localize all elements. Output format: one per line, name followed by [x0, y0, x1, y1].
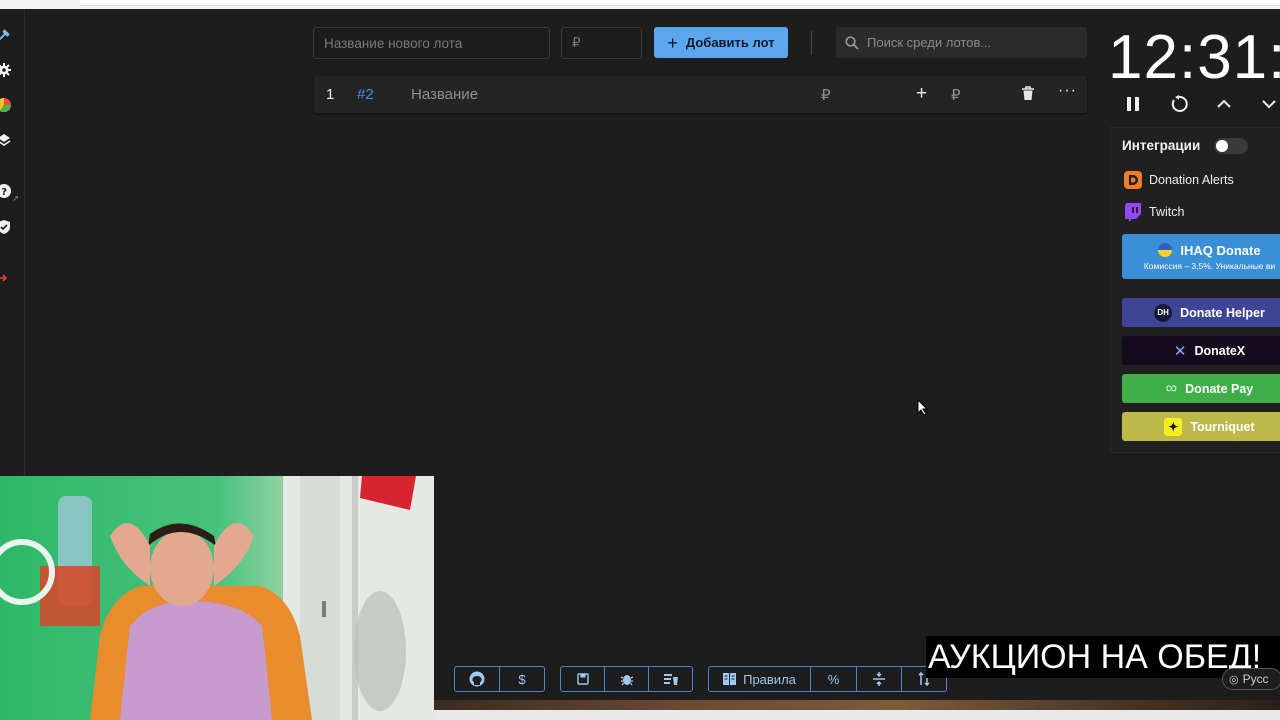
- tourniquet-button[interactable]: ✦ Tourniquet: [1122, 412, 1280, 441]
- lot-row: 1 #2 Название ₽ + ₽ ···: [314, 76, 1087, 113]
- shield-icon[interactable]: [0, 220, 11, 234]
- donationalerts-icon: [1124, 171, 1142, 189]
- toolbar-group-links: $: [454, 666, 545, 692]
- percent-button[interactable]: %: [811, 667, 857, 691]
- mouse-cursor: [917, 399, 929, 416]
- donate-helper-label: Donate Helper: [1180, 305, 1265, 320]
- lot-name[interactable]: Название: [411, 86, 478, 103]
- add-lot-button[interactable]: + Добавить лот: [654, 27, 788, 58]
- more-icon[interactable]: ···: [1058, 82, 1077, 100]
- reset-icon[interactable]: [1168, 92, 1190, 116]
- lot-index: 1: [326, 86, 335, 103]
- plus-icon: +: [667, 32, 678, 53]
- toolbar-group-tools: Правила %: [708, 666, 947, 692]
- tourniquet-icon: ✦: [1164, 417, 1183, 436]
- split-button[interactable]: [857, 667, 902, 691]
- language-selector[interactable]: ◎ Русс: [1222, 668, 1280, 690]
- bug-icon: [620, 675, 633, 686]
- ukraine-flag-icon: [1158, 243, 1173, 257]
- chevron-up-icon[interactable]: [1213, 92, 1235, 116]
- ihaq-donate-button[interactable]: IHAQ Donate Комиссия – 3,5%. Уникальные …: [1122, 234, 1280, 279]
- tourniquet-label: Tourniquet: [1190, 419, 1255, 434]
- lot-name-placeholder: Название нового лота: [324, 35, 463, 51]
- github-button[interactable]: [455, 667, 500, 691]
- external-link-icon: ↗: [12, 194, 19, 203]
- desktop-background-strip: [434, 700, 1280, 720]
- integration-twitch[interactable]: Twitch: [1123, 202, 1184, 222]
- donate-pay-button[interactable]: ∞ Donate Pay: [1122, 374, 1280, 403]
- integrations-title: Интеграции: [1122, 138, 1201, 153]
- donate-button[interactable]: $: [500, 667, 544, 691]
- rules-label: Правила: [743, 671, 796, 687]
- pause-icon[interactable]: [1122, 92, 1144, 116]
- split-icon: [873, 672, 885, 686]
- chevron-down-icon[interactable]: [1258, 92, 1280, 116]
- hammer-icon[interactable]: [0, 28, 11, 42]
- language-label: Русс: [1242, 672, 1269, 686]
- lot-price-input[interactable]: ₽: [561, 27, 642, 59]
- donatex-icon: ✕: [1173, 342, 1187, 360]
- clear-lots-button[interactable]: [649, 667, 692, 691]
- logout-icon[interactable]: [0, 271, 11, 285]
- book-icon: [723, 673, 737, 685]
- lot-search-placeholder: Поиск среди лотов...: [867, 35, 992, 50]
- twitch-label: Twitch: [1149, 205, 1185, 219]
- browser-tab-area: [80, 0, 1280, 6]
- webcam-overlay: [0, 476, 434, 720]
- dollar-icon: $: [518, 671, 526, 687]
- gear-icon[interactable]: [0, 63, 11, 77]
- pie-chart-icon[interactable]: [0, 98, 11, 112]
- donation-alerts-label: Donation Alerts: [1149, 173, 1234, 187]
- lot-id: #2: [357, 86, 374, 103]
- layers-icon[interactable]: [0, 133, 11, 147]
- add-lot-label: Добавить лот: [685, 35, 775, 50]
- lot-price-placeholder: ₽: [572, 35, 581, 50]
- lot-name-input[interactable]: Название нового лота: [313, 27, 550, 59]
- lot-price[interactable]: ₽: [821, 86, 831, 104]
- taskbar-strip: [434, 710, 1280, 720]
- donate-pay-label: Donate Pay: [1185, 381, 1254, 396]
- integrations-panel: Интеграции Donation Alerts Twitch IHAQ D…: [1110, 127, 1280, 453]
- infinity-icon: ∞: [1165, 379, 1178, 397]
- integrations-toggle[interactable]: [1214, 138, 1248, 154]
- sidebar: ? ↗: [0, 9, 25, 479]
- twitch-icon: [1125, 203, 1141, 222]
- plus-icon[interactable]: +: [916, 83, 927, 105]
- help-icon[interactable]: ?: [0, 184, 11, 198]
- save-icon: [576, 673, 589, 685]
- lot-search-input[interactable]: Поиск среди лотов...: [836, 27, 1087, 58]
- auction-timer: 12:31:8: [1108, 23, 1280, 92]
- search-icon: [845, 35, 859, 50]
- clear-list-icon: [663, 673, 678, 685]
- donate-helper-icon: DH: [1154, 303, 1173, 322]
- donatex-label: DonateX: [1194, 343, 1246, 358]
- browser-top-strip: [0, 0, 1280, 9]
- toolbar-group-data: [560, 666, 693, 692]
- donatex-button[interactable]: ✕ DonateX: [1122, 336, 1280, 365]
- donate-helper-button[interactable]: DH Donate Helper: [1122, 298, 1280, 327]
- svg-text:?: ?: [1, 187, 7, 198]
- ihaq-donate-label: IHAQ Donate: [1180, 242, 1261, 258]
- bug-report-button[interactable]: [605, 667, 649, 691]
- percent-icon: %: [827, 671, 840, 687]
- integration-donation-alerts[interactable]: Donation Alerts: [1123, 170, 1234, 190]
- globe-icon: ◎: [1229, 673, 1239, 686]
- rules-button[interactable]: Правила: [709, 667, 811, 691]
- save-button[interactable]: [561, 667, 605, 691]
- github-icon: [469, 671, 485, 687]
- toolbar-divider: [811, 31, 812, 55]
- ihaq-donate-subtitle: Комиссия – 3,5%. Уникальные ви: [1143, 260, 1276, 271]
- lot-add-amount[interactable]: ₽: [951, 86, 961, 104]
- trash-icon[interactable]: [1021, 86, 1035, 105]
